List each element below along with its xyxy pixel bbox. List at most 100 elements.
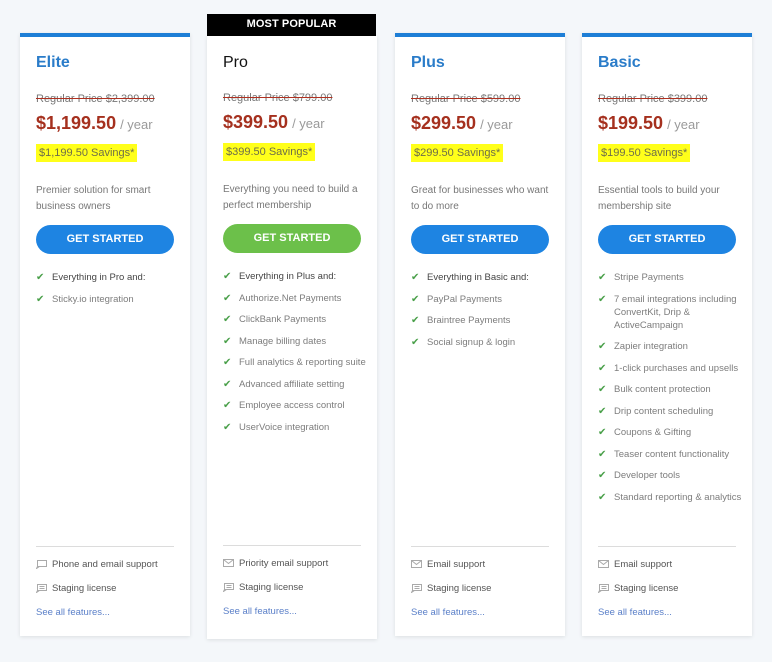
support-item: Email support [411,559,485,570]
plan-price: $1,199.50 [36,113,117,133]
feature-item: ✔ Drip content scheduling [598,405,743,418]
feature-item: ✔ Everything in Pro and: [36,271,181,284]
email-icon [411,560,423,569]
savings-badge: $399.50 Savings* [223,143,316,161]
plan-card-plus: Plus Regular Price $599.00 $299.50/ year… [395,33,565,636]
feature-item: ✔ Employee access control [223,399,368,412]
billing-period: / year [292,116,325,131]
check-icon: ✔ [223,271,232,282]
plan-card-pro: Pro Regular Price $799.00 $399.50/ year … [207,36,377,639]
feature-item: ✔ Bulk content protection [598,383,743,396]
feature-item: ✔ Zapier integration [598,340,743,353]
feature-label: UserVoice integration [239,421,330,433]
support-label: Phone and email support [52,559,158,570]
price-line: $299.50/ year [411,113,513,134]
feature-list: ✔ Everything in Pro and: ✔ Sticky.io int… [36,271,181,314]
feature-label: Manage billing dates [239,335,327,347]
feature-item: ✔ Full analytics & reporting suite [223,356,368,369]
feature-label: Full analytics & reporting suite [239,357,366,368]
feature-item: ✔ Stripe Payments [598,271,743,284]
feature-item: ✔ PayPal Payments [411,293,556,306]
regular-price: Regular Price $2,399.00 [36,93,155,105]
get-started-button[interactable]: GET STARTED [36,225,174,254]
check-icon: ✔ [411,315,420,326]
feature-item: ✔ ClickBank Payments [223,313,368,326]
check-icon: ✔ [598,341,607,352]
feature-label: Authorize.Net Payments [239,292,342,304]
see-all-features-link[interactable]: See all features... [411,607,485,618]
feature-label: Everything in Pro and: [52,272,146,283]
feature-label: Employee access control [239,400,345,411]
check-icon: ✔ [411,293,420,305]
feature-item: ✔ Advanced affiliate setting [223,378,368,391]
price-line: $399.50/ year [223,112,325,133]
feature-item: ✔ Braintree Payments [411,314,556,327]
staging-item: Staging license [223,582,303,593]
feature-item: ✔ Authorize.Net Payments [223,292,368,305]
feature-label: ClickBank Payments [239,314,327,325]
savings-badge: $299.50 Savings* [411,144,504,162]
feature-item: ✔ Coupons & Gifting [598,426,743,439]
check-icon: ✔ [223,357,232,368]
check-icon: ✔ [598,272,607,283]
see-all-features-link[interactable]: See all features... [223,606,297,617]
check-icon: ✔ [411,272,420,283]
regular-price: Regular Price $799.00 [223,92,333,104]
check-icon: ✔ [598,405,607,417]
see-all-features-link[interactable]: See all features... [36,607,110,618]
feature-label: PayPal Payments [427,293,502,305]
support-label: Email support [427,559,486,570]
plan-name: Elite [36,54,70,71]
price-line: $199.50/ year [598,113,700,134]
plan-name: Basic [598,54,641,71]
plan-description: Essential tools to build your membership… [598,185,720,212]
get-started-button[interactable]: GET STARTED [411,225,549,254]
feature-item: ✔ Manage billing dates [223,335,368,348]
feature-label: Advanced affiliate setting [239,378,345,390]
plan-name: Plus [411,54,445,71]
check-icon: ✔ [223,292,232,304]
divider [411,546,549,547]
plan-price: $199.50 [598,113,664,133]
check-icon: ✔ [36,293,45,305]
check-icon: ✔ [223,314,232,325]
plan-description: Premier solution for smart business owne… [36,185,151,212]
feature-label: Standard reporting & analytics [614,491,742,503]
feature-label: 1-click purchases and upsells [614,362,739,374]
plan-name: Pro [223,54,248,71]
feature-item: ✔ Everything in Plus and: [223,270,368,283]
feature-label: Developer tools [614,470,681,481]
price-line: $1,199.50/ year [36,113,153,134]
feature-list: ✔ Stripe Payments ✔ 7 email integrations… [598,271,743,512]
staging-license-icon [223,583,235,592]
feature-label: Drip content scheduling [614,405,714,417]
phone-chat-icon [36,560,48,569]
support-item: Priority email support [223,558,328,569]
feature-item: ✔ Sticky.io integration [36,293,181,306]
feature-label: Teaser content functionality [614,448,730,460]
divider [223,545,361,546]
support-item: Email support [598,559,672,570]
see-all-features-link[interactable]: See all features... [598,607,672,618]
feature-item: ✔ Teaser content functionality [598,448,743,461]
feature-list: ✔ Everything in Basic and: ✔ PayPal Paym… [411,271,556,357]
check-icon: ✔ [36,272,45,283]
feature-label: Everything in Basic and: [427,272,529,283]
regular-price: Regular Price $399.00 [598,93,708,105]
plan-description: Everything you need to build a perfect m… [223,184,358,211]
check-icon: ✔ [598,427,607,438]
support-label: Priority email support [239,558,329,569]
staging-item: Staging license [36,583,116,594]
feature-item: ✔ Social signup & login [411,336,556,349]
check-icon: ✔ [223,400,232,411]
divider [598,546,736,547]
check-icon: ✔ [598,362,607,374]
email-icon [223,559,235,568]
staging-license-icon [598,584,610,593]
check-icon: ✔ [598,470,607,481]
get-started-button[interactable]: GET STARTED [598,225,736,254]
get-started-button[interactable]: GET STARTED [223,224,361,253]
staging-label: Staging license [614,583,679,594]
feature-label: Social signup & login [427,336,516,348]
staging-label: Staging license [239,582,304,593]
